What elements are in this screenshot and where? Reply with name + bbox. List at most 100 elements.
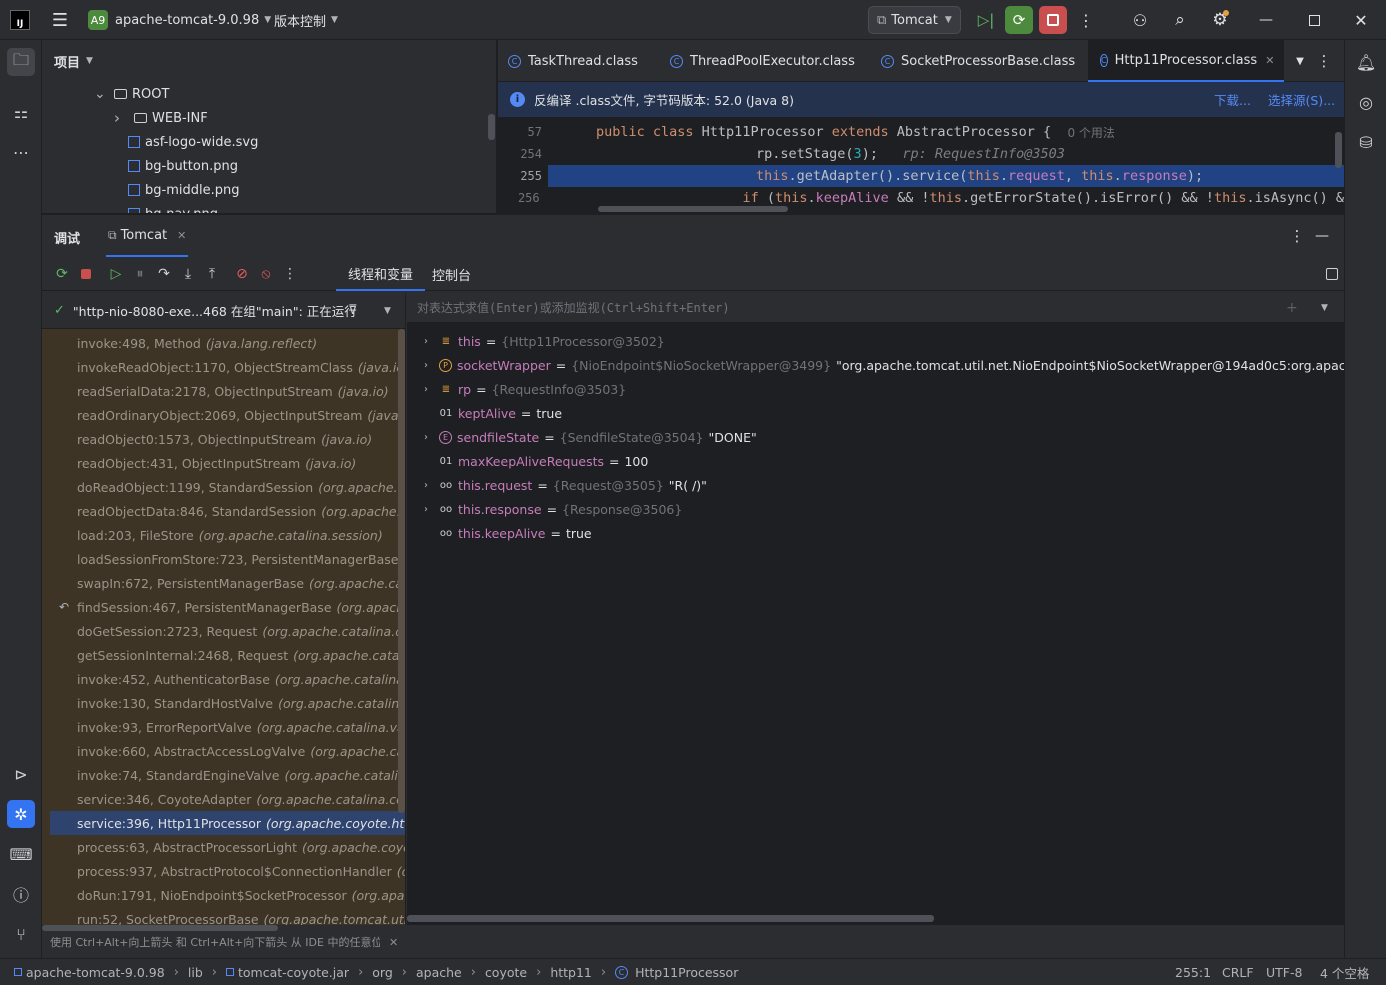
tab-threadpoolexecutor[interactable]: C ThreadPoolExecutor.class	[670, 40, 855, 82]
variable-row[interactable]: 01 keptAlive = true	[419, 401, 562, 425]
variables-h-scrollbar[interactable]	[407, 915, 934, 922]
filter-icon[interactable]: ⊽	[348, 303, 358, 318]
more-debug-actions-icon[interactable]: ⋮	[278, 262, 302, 286]
stack-frame[interactable]: invoke:130, StandardHostValve (org.apache…	[42, 691, 405, 715]
layout-settings-icon[interactable]	[1322, 263, 1342, 285]
stack-frame[interactable]: process:63, AbstractProcessorLight (org.a…	[42, 835, 405, 859]
git-branch-icon[interactable]: ⑂	[7, 920, 35, 948]
chevron-down-icon[interactable]: ▼	[384, 306, 391, 316]
chevron-down-icon[interactable]: ⌄	[94, 86, 108, 102]
stack-frame[interactable]: doRun:1791, NioEndpoint$SocketProcessor(…	[42, 883, 405, 907]
project-folder-icon[interactable]: 🗀	[7, 48, 35, 76]
frames-v-scrollbar[interactable]	[398, 329, 405, 813]
close-window-icon[interactable]: ✕	[1349, 8, 1373, 32]
step-out-icon[interactable]: ⤒	[200, 262, 224, 286]
chevron-right-icon[interactable]: ›	[419, 432, 433, 443]
step-over-icon[interactable]: ↷	[152, 262, 176, 286]
chevron-right-icon[interactable]: ›	[419, 336, 433, 347]
rerun-icon[interactable]: ⟳	[50, 262, 74, 286]
variable-row[interactable]: 01 maxKeepAliveRequests = 100	[419, 449, 649, 473]
tab-http11processor[interactable]: C Http11Processor.class ✕	[1088, 40, 1284, 82]
structure-icon[interactable]: ⚏	[7, 98, 35, 126]
stack-frame[interactable]: load:203, FileStore (org.apache.catalina.…	[42, 523, 405, 547]
code-line-254[interactable]: 254 rp.setStage(3); rp: RequestInfo@3503	[498, 143, 1344, 165]
breadcrumb-item[interactable]: Http11Processor	[635, 965, 738, 980]
tomcat-session-tab[interactable]: ⧉ Tomcat ✕	[106, 215, 189, 257]
tree-item[interactable]: › WEB-INF	[114, 106, 208, 130]
variable-row[interactable]: › oo this.request = {Request@3505} "R( /)"	[419, 473, 707, 497]
project-selector[interactable]: A9 apache-tomcat-9.0.98 ▼	[88, 8, 271, 32]
tab-socketprocessorbase[interactable]: C SocketProcessorBase.class	[881, 40, 1075, 82]
run-config-selector[interactable]: ⧉ Tomcat ▼	[868, 6, 961, 34]
variable-row[interactable]: › oo this.response = {Response@3506}	[419, 497, 682, 521]
debug-rerun-icon[interactable]: ⟳	[1005, 6, 1033, 34]
tree-item[interactable]: asf-logo-wide.svg	[128, 130, 258, 154]
indent-setting[interactable]: 4 个空格	[1320, 963, 1369, 982]
pause-icon[interactable]: ⏸	[128, 262, 152, 286]
resume-program-icon[interactable]: ▷	[104, 262, 128, 286]
close-tab-icon[interactable]: ✕	[1265, 54, 1274, 67]
breadcrumb-item[interactable]: apache-tomcat-9.0.98	[26, 965, 165, 980]
stack-frame[interactable]: readSerialData:2178, ObjectInputStream (j…	[42, 379, 405, 403]
maximize-icon[interactable]	[1302, 8, 1326, 32]
stop-icon[interactable]	[1039, 6, 1067, 34]
variable-row[interactable]: oo this.keepAlive = true	[419, 521, 592, 545]
stack-frame[interactable]: invoke:452, AuthenticatorBase (org.apache…	[42, 667, 405, 691]
tab-taskthread[interactable]: C TaskThread.class	[508, 40, 638, 82]
breadcrumb-item[interactable]: apache	[416, 965, 462, 980]
tab-threads-variables[interactable]: 线程和变量	[336, 257, 426, 291]
hide-panel-icon[interactable]: —	[1312, 225, 1332, 247]
stack-frame[interactable]: swapIn:672, PersistentManagerBase (org.ap…	[42, 571, 405, 595]
more-actions-icon[interactable]: ⋮	[1076, 8, 1096, 32]
code-line-57[interactable]: 57 public class Http11Processor extends A…	[498, 121, 1344, 143]
stop-icon[interactable]	[74, 262, 98, 286]
project-panel-header[interactable]: 项目 ▼	[54, 50, 93, 72]
stack-frame[interactable]: readOrdinaryObject:2069, ObjectInputStre…	[42, 403, 405, 427]
close-session-icon[interactable]: ✕	[177, 229, 186, 242]
stack-frame[interactable]: service:346, CoyoteAdapter (org.apache.ca…	[42, 787, 405, 811]
notifications-bell-icon[interactable]: 🔔︎	[1352, 48, 1380, 76]
download-sources-link[interactable]: 下载...	[1214, 90, 1251, 109]
chevron-right-icon[interactable]: ›	[419, 480, 433, 491]
tree-item[interactable]: ⌄ ROOT	[94, 82, 169, 106]
breadcrumb-item[interactable]: org	[372, 965, 393, 980]
stack-frame[interactable]: doGetSession:2723, Request (org.apache.ca…	[42, 619, 405, 643]
variable-row[interactable]: › ≣ this = {Http11Processor@3502}	[419, 329, 665, 353]
editor-h-scrollbar[interactable]	[598, 206, 788, 212]
tree-item[interactable]: bg-nav.png	[128, 202, 218, 213]
chevron-down-icon[interactable]: ▼	[1321, 303, 1328, 313]
add-watch-icon[interactable]: +	[1286, 300, 1298, 316]
minimize-icon[interactable]: —	[1254, 8, 1278, 32]
tabs-dropdown-icon[interactable]: ▼	[1290, 50, 1310, 72]
variable-row[interactable]: › ≣ rp = {RequestInfo@3503}	[419, 377, 626, 401]
add-user-icon[interactable]: ⚇	[1128, 8, 1152, 32]
stack-frame[interactable]: getSessionInternal:2468, Request (org.apa…	[42, 643, 405, 667]
terminal-icon[interactable]: ⌨	[7, 840, 35, 868]
tabs-more-icon[interactable]: ⋮	[1314, 50, 1334, 72]
caret-position[interactable]: 255:1	[1175, 965, 1211, 980]
project-scrollbar[interactable]	[488, 114, 495, 140]
stack-frame[interactable]: run:52, SocketProcessorBase (org.apache.t…	[42, 907, 405, 926]
ai-assistant-icon[interactable]: ◎	[1352, 88, 1380, 116]
thread-selector[interactable]: ✓ "http-nio-8080-exe...468 在组"main": 正在运…	[42, 293, 405, 329]
stack-frame[interactable]: invoke:660, AbstractAccessLogValve (org.a…	[42, 739, 405, 763]
tab-console[interactable]: 控制台	[422, 257, 481, 291]
breadcrumb-item[interactable]: coyote	[485, 965, 527, 980]
database-icon[interactable]: ⛁	[1352, 128, 1380, 156]
evaluate-expression-field[interactable]: 对表达式求值(Enter)或添加监视(Ctrl+Shift+Enter) + ▼	[407, 293, 1344, 323]
chevron-right-icon[interactable]: ›	[114, 109, 128, 127]
breadcrumb-item[interactable]: lib	[188, 965, 203, 980]
close-hint-icon[interactable]: ✕	[389, 936, 398, 949]
step-into-icon[interactable]: ⤓	[176, 262, 200, 286]
stack-frame[interactable]: doReadObject:1199, StandardSession (org.a…	[42, 475, 405, 499]
variable-row[interactable]: › EsendfileState = {SendfileState@3504} "DON…	[419, 425, 757, 449]
stack-frame[interactable]: invokeReadObject:1170, ObjectStreamClass…	[42, 355, 405, 379]
vcs-menu[interactable]: 版本控制 ▼	[274, 8, 338, 32]
frames-h-scrollbar[interactable]	[42, 925, 278, 931]
more-tools-icon[interactable]: ⋯	[7, 138, 35, 166]
problems-icon[interactable]: ⓘ	[7, 880, 35, 908]
debug-bug-icon[interactable]: ✲	[7, 800, 35, 828]
tree-item[interactable]: bg-button.png	[128, 154, 238, 178]
breadcrumb-item[interactable]: tomcat-coyote.jar	[238, 965, 349, 980]
main-menu-icon[interactable]: ☰	[48, 8, 72, 32]
